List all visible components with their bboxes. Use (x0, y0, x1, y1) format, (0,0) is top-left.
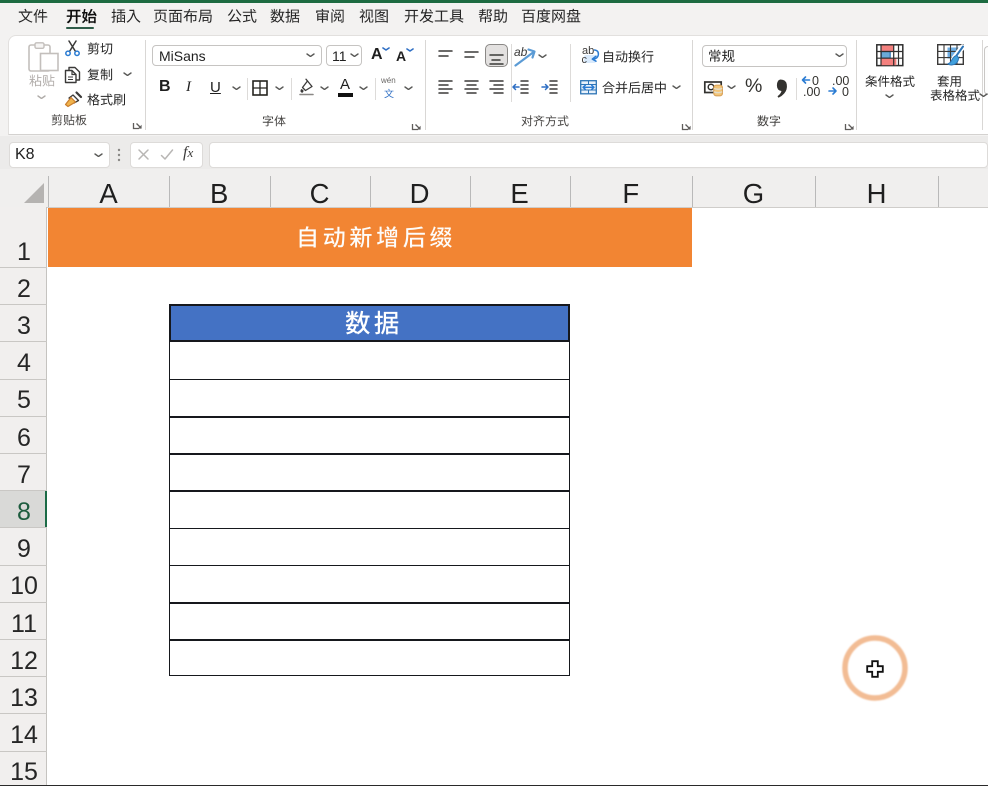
svg-text:c: c (582, 54, 588, 64)
svg-text:0: 0 (842, 85, 849, 98)
svg-text:.00: .00 (803, 85, 820, 98)
